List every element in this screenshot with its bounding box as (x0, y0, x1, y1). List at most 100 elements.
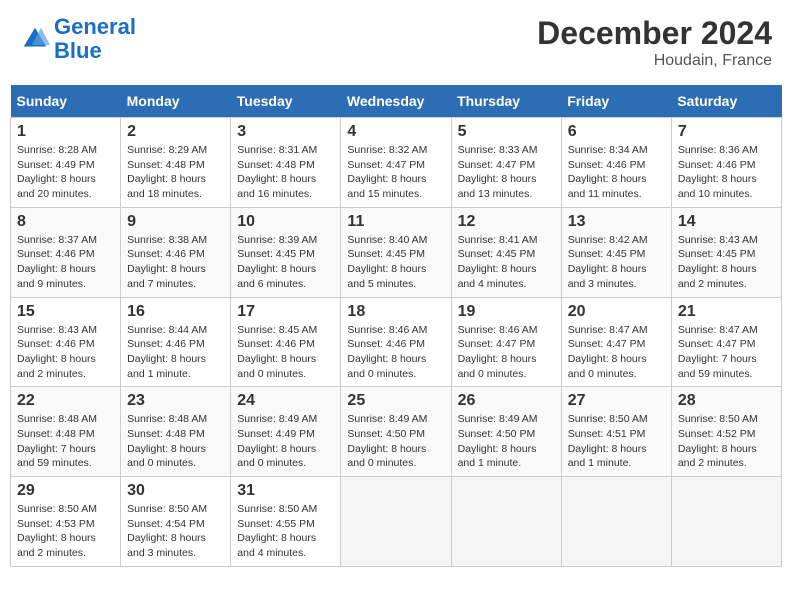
calendar-cell (341, 477, 451, 567)
day-number: 20 (568, 303, 665, 321)
sunset-label: Sunset: 4:46 PM (127, 248, 205, 260)
day-info: Sunrise: 8:48 AM Sunset: 4:48 PM Dayligh… (17, 412, 114, 471)
daylight-label: Daylight: 8 hours and 18 minutes. (127, 173, 206, 200)
daylight-label: Daylight: 8 hours and 0 minutes. (127, 443, 206, 470)
sunset-label: Sunset: 4:46 PM (237, 338, 315, 350)
sunrise-label: Sunrise: 8:45 AM (237, 324, 317, 336)
sunset-label: Sunset: 4:47 PM (678, 338, 756, 350)
day-info: Sunrise: 8:43 AM Sunset: 4:46 PM Dayligh… (17, 323, 114, 382)
day-number: 14 (678, 213, 775, 231)
calendar-week-row: 1 Sunrise: 8:28 AM Sunset: 4:49 PM Dayli… (11, 118, 782, 208)
day-info: Sunrise: 8:39 AM Sunset: 4:45 PM Dayligh… (237, 233, 334, 292)
day-number: 28 (678, 392, 775, 410)
sunrise-label: Sunrise: 8:50 AM (237, 503, 317, 515)
weekday-header: Tuesday (231, 85, 341, 118)
weekday-header-row: SundayMondayTuesdayWednesdayThursdayFrid… (11, 85, 782, 118)
sunset-label: Sunset: 4:55 PM (237, 518, 315, 530)
weekday-header: Monday (121, 85, 231, 118)
day-number: 27 (568, 392, 665, 410)
sunset-label: Sunset: 4:54 PM (127, 518, 205, 530)
sunrise-label: Sunrise: 8:48 AM (17, 413, 97, 425)
calendar-cell: 12 Sunrise: 8:41 AM Sunset: 4:45 PM Dayl… (451, 207, 561, 297)
sunset-label: Sunset: 4:47 PM (458, 338, 536, 350)
day-info: Sunrise: 8:43 AM Sunset: 4:45 PM Dayligh… (678, 233, 775, 292)
sunrise-label: Sunrise: 8:28 AM (17, 144, 97, 156)
sunrise-label: Sunrise: 8:50 AM (17, 503, 97, 515)
sunrise-label: Sunrise: 8:29 AM (127, 144, 207, 156)
daylight-label: Daylight: 8 hours and 0 minutes. (568, 353, 647, 380)
day-info: Sunrise: 8:48 AM Sunset: 4:48 PM Dayligh… (127, 412, 224, 471)
sunset-label: Sunset: 4:49 PM (237, 428, 315, 440)
sunset-label: Sunset: 4:47 PM (458, 159, 536, 171)
calendar-cell: 6 Sunrise: 8:34 AM Sunset: 4:46 PM Dayli… (561, 118, 671, 208)
daylight-label: Daylight: 8 hours and 1 minute. (568, 443, 647, 470)
calendar-cell (561, 477, 671, 567)
daylight-label: Daylight: 8 hours and 13 minutes. (458, 173, 537, 200)
day-info: Sunrise: 8:49 AM Sunset: 4:50 PM Dayligh… (347, 412, 444, 471)
day-number: 21 (678, 303, 775, 321)
calendar-cell: 3 Sunrise: 8:31 AM Sunset: 4:48 PM Dayli… (231, 118, 341, 208)
daylight-label: Daylight: 7 hours and 59 minutes. (678, 353, 757, 380)
day-number: 13 (568, 213, 665, 231)
sunrise-label: Sunrise: 8:50 AM (127, 503, 207, 515)
sunset-label: Sunset: 4:46 PM (127, 338, 205, 350)
daylight-label: Daylight: 8 hours and 15 minutes. (347, 173, 426, 200)
day-info: Sunrise: 8:40 AM Sunset: 4:45 PM Dayligh… (347, 233, 444, 292)
day-number: 17 (237, 303, 334, 321)
sunrise-label: Sunrise: 8:38 AM (127, 234, 207, 246)
day-info: Sunrise: 8:50 AM Sunset: 4:54 PM Dayligh… (127, 502, 224, 561)
sunrise-label: Sunrise: 8:49 AM (458, 413, 538, 425)
sunset-label: Sunset: 4:49 PM (17, 159, 95, 171)
calendar-cell: 14 Sunrise: 8:43 AM Sunset: 4:45 PM Dayl… (671, 207, 781, 297)
location: Houdain, France (537, 52, 772, 70)
calendar-week-row: 29 Sunrise: 8:50 AM Sunset: 4:53 PM Dayl… (11, 477, 782, 567)
sunset-label: Sunset: 4:47 PM (568, 338, 646, 350)
daylight-label: Daylight: 8 hours and 3 minutes. (568, 263, 647, 290)
daylight-label: Daylight: 8 hours and 0 minutes. (458, 353, 537, 380)
calendar-cell: 16 Sunrise: 8:44 AM Sunset: 4:46 PM Dayl… (121, 297, 231, 387)
calendar-cell: 26 Sunrise: 8:49 AM Sunset: 4:50 PM Dayl… (451, 387, 561, 477)
sunset-label: Sunset: 4:45 PM (237, 248, 315, 260)
day-info: Sunrise: 8:45 AM Sunset: 4:46 PM Dayligh… (237, 323, 334, 382)
calendar-cell: 30 Sunrise: 8:50 AM Sunset: 4:54 PM Dayl… (121, 477, 231, 567)
sunset-label: Sunset: 4:46 PM (568, 159, 646, 171)
sunrise-label: Sunrise: 8:31 AM (237, 144, 317, 156)
calendar-cell: 11 Sunrise: 8:40 AM Sunset: 4:45 PM Dayl… (341, 207, 451, 297)
day-number: 29 (17, 482, 114, 500)
day-number: 24 (237, 392, 334, 410)
sunrise-label: Sunrise: 8:33 AM (458, 144, 538, 156)
logo: General Blue (20, 15, 136, 63)
sunrise-label: Sunrise: 8:41 AM (458, 234, 538, 246)
daylight-label: Daylight: 8 hours and 11 minutes. (568, 173, 647, 200)
calendar-cell: 1 Sunrise: 8:28 AM Sunset: 4:49 PM Dayli… (11, 118, 121, 208)
sunset-label: Sunset: 4:46 PM (678, 159, 756, 171)
day-number: 26 (458, 392, 555, 410)
calendar-cell: 7 Sunrise: 8:36 AM Sunset: 4:46 PM Dayli… (671, 118, 781, 208)
sunrise-label: Sunrise: 8:50 AM (678, 413, 758, 425)
day-number: 4 (347, 123, 444, 141)
calendar-cell: 5 Sunrise: 8:33 AM Sunset: 4:47 PM Dayli… (451, 118, 561, 208)
calendar-cell: 15 Sunrise: 8:43 AM Sunset: 4:46 PM Dayl… (11, 297, 121, 387)
day-info: Sunrise: 8:29 AM Sunset: 4:48 PM Dayligh… (127, 143, 224, 202)
calendar-cell: 17 Sunrise: 8:45 AM Sunset: 4:46 PM Dayl… (231, 297, 341, 387)
calendar-cell: 2 Sunrise: 8:29 AM Sunset: 4:48 PM Dayli… (121, 118, 231, 208)
sunrise-label: Sunrise: 8:42 AM (568, 234, 648, 246)
day-number: 1 (17, 123, 114, 141)
sunset-label: Sunset: 4:48 PM (17, 428, 95, 440)
sunset-label: Sunset: 4:48 PM (127, 428, 205, 440)
day-info: Sunrise: 8:50 AM Sunset: 4:53 PM Dayligh… (17, 502, 114, 561)
sunset-label: Sunset: 4:50 PM (347, 428, 425, 440)
calendar-week-row: 8 Sunrise: 8:37 AM Sunset: 4:46 PM Dayli… (11, 207, 782, 297)
daylight-label: Daylight: 7 hours and 59 minutes. (17, 443, 96, 470)
sunrise-label: Sunrise: 8:47 AM (568, 324, 648, 336)
calendar-cell: 4 Sunrise: 8:32 AM Sunset: 4:47 PM Dayli… (341, 118, 451, 208)
daylight-label: Daylight: 8 hours and 0 minutes. (237, 353, 316, 380)
daylight-label: Daylight: 8 hours and 2 minutes. (17, 353, 96, 380)
calendar-cell: 21 Sunrise: 8:47 AM Sunset: 4:47 PM Dayl… (671, 297, 781, 387)
day-number: 3 (237, 123, 334, 141)
sunset-label: Sunset: 4:48 PM (237, 159, 315, 171)
calendar-week-row: 22 Sunrise: 8:48 AM Sunset: 4:48 PM Dayl… (11, 387, 782, 477)
weekday-header: Sunday (11, 85, 121, 118)
day-info: Sunrise: 8:34 AM Sunset: 4:46 PM Dayligh… (568, 143, 665, 202)
daylight-label: Daylight: 8 hours and 2 minutes. (678, 443, 757, 470)
